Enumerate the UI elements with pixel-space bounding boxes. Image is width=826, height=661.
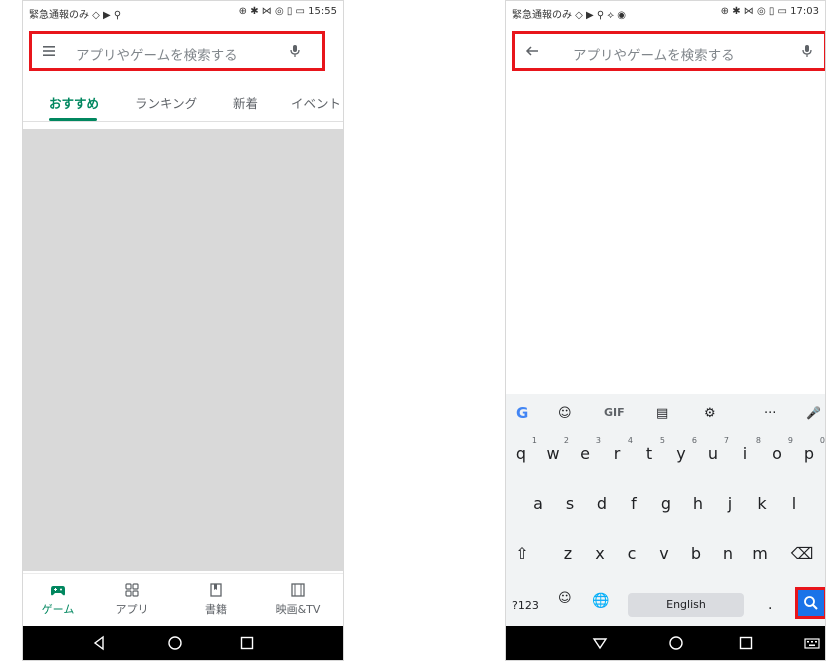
keyboard-mic-icon[interactable]: 🎤 (806, 406, 821, 422)
shift-key[interactable]: ⇧ (510, 544, 534, 563)
key-n[interactable]: n (716, 544, 740, 563)
apps-grid-icon (125, 583, 139, 597)
key-h[interactable]: h (686, 494, 710, 513)
tab-ranking[interactable]: ランキング (135, 93, 197, 112)
key-i[interactable]: i8 (733, 436, 761, 463)
right-phone-screen: 緊急通報のみ ◇ ▶ ⚲ ⟡ ◉ ⊕ ✱ ⋈ ◎ ▯ ▭ 17:03 アプリやゲ… (505, 0, 826, 661)
system-navigation-bar (23, 626, 343, 660)
gamepad-icon (51, 586, 65, 596)
home-icon[interactable] (668, 635, 684, 651)
content-placeholder (23, 129, 343, 571)
key-row-1: q1 w2 e3 r4 t5 y6 u7 i8 o9 p0 (506, 436, 825, 484)
keyboard-search-button[interactable] (795, 587, 825, 619)
key-q[interactable]: q1 (509, 436, 537, 463)
search-icon (804, 596, 818, 610)
search-placeholder[interactable]: アプリやゲームを検索する (573, 44, 735, 64)
nav-movies[interactable]: 映画&TV (263, 582, 333, 617)
nav-books-label: 書籍 (205, 603, 227, 616)
home-icon[interactable] (167, 635, 183, 651)
key-r[interactable]: r4 (605, 436, 633, 463)
search-placeholder[interactable]: アプリやゲームを検索する (76, 44, 238, 64)
status-left: 緊急通報のみ ◇ ▶ ⚲ (29, 10, 122, 21)
system-navigation-bar (506, 626, 825, 660)
recents-icon[interactable] (239, 635, 255, 651)
status-right: ⊕ ✱ ⋈ ◎ ▯ ▭ 15:55 (238, 6, 337, 17)
active-tab-indicator (49, 118, 97, 121)
key-k[interactable]: k (750, 494, 774, 513)
search-field[interactable]: アプリやゲームを検索する (512, 31, 825, 71)
key-p[interactable]: p0 (797, 436, 825, 463)
key-f[interactable]: f (622, 494, 646, 513)
key-u[interactable]: u7 (701, 436, 729, 463)
mic-icon[interactable] (288, 44, 302, 58)
key-e[interactable]: e3 (573, 436, 601, 463)
down-triangle-icon[interactable] (592, 635, 608, 651)
search-bar[interactable]: アプリやゲームを検索する (29, 31, 325, 71)
key-v[interactable]: v (652, 544, 676, 563)
keyboard-toolbar: G ☺ GIF ▤ ⚙ ··· 🎤 (506, 394, 825, 434)
key-o[interactable]: o9 (765, 436, 793, 463)
key-row-2: a s d f g h j k l (506, 494, 825, 534)
key-s[interactable]: s (558, 494, 582, 513)
status-bar: 緊急通報のみ ◇ ▶ ⚲ ⊕ ✱ ⋈ ◎ ▯ ▭ 15:55 (23, 1, 343, 23)
tab-events[interactable]: イベント (291, 93, 341, 112)
globe-icon[interactable]: 🌐 (592, 593, 609, 609)
nav-apps[interactable]: アプリ (97, 582, 167, 617)
keyboard-icon[interactable] (804, 635, 820, 651)
space-bar[interactable]: English (628, 593, 744, 617)
nav-games[interactable]: ゲーム (23, 582, 93, 617)
nav-books[interactable]: 書籍 (181, 582, 251, 617)
clipboard-icon[interactable]: ▤ (656, 406, 668, 422)
more-icon[interactable]: ··· (764, 406, 776, 422)
left-phone-screen: 緊急通報のみ ◇ ▶ ⚲ ⊕ ✱ ⋈ ◎ ▯ ▭ 15:55 アプリやゲームを検… (22, 0, 344, 661)
status-left: 緊急通報のみ ◇ ▶ ⚲ ⟡ ◉ (512, 10, 626, 21)
sticker-icon[interactable]: ☺ (558, 406, 572, 422)
tab-recommended[interactable]: おすすめ (49, 93, 99, 112)
key-z[interactable]: z (556, 544, 580, 563)
key-row-3: ⇧ z x c v b n m ⌫ (506, 544, 825, 584)
category-tabs: おすすめ ランキング 新着 イベント (23, 81, 343, 122)
key-x[interactable]: x (588, 544, 612, 563)
tab-new[interactable]: 新着 (233, 93, 258, 112)
key-b[interactable]: b (684, 544, 708, 563)
film-icon (291, 583, 305, 597)
back-arrow-icon[interactable] (525, 44, 539, 58)
key-c[interactable]: c (620, 544, 644, 563)
key-d[interactable]: d (590, 494, 614, 513)
key-g[interactable]: g (654, 494, 678, 513)
nav-games-label: ゲーム (41, 603, 75, 616)
bottom-navigation: ゲーム アプリ 書籍 映画&TV (23, 573, 343, 629)
key-a[interactable]: a (526, 494, 550, 513)
key-j[interactable]: j (718, 494, 742, 513)
settings-icon[interactable]: ⚙ (704, 406, 716, 422)
symbols-key[interactable]: ?123 (512, 599, 539, 612)
key-t[interactable]: t5 (637, 436, 665, 463)
back-icon[interactable] (91, 635, 107, 651)
backspace-key[interactable]: ⌫ (790, 544, 814, 563)
gif-button[interactable]: GIF (604, 406, 625, 422)
period-key[interactable]: . (768, 597, 772, 613)
key-l[interactable]: l (782, 494, 806, 513)
hamburger-icon[interactable] (42, 44, 56, 58)
google-g-icon[interactable]: G (516, 404, 528, 422)
mic-icon[interactable] (800, 44, 814, 58)
book-icon (210, 583, 222, 597)
key-w[interactable]: w2 (541, 436, 569, 463)
status-bar: 緊急通報のみ ◇ ▶ ⚲ ⟡ ◉ ⊕ ✱ ⋈ ◎ ▯ ▭ 17:03 (506, 1, 825, 23)
status-right: ⊕ ✱ ⋈ ◎ ▯ ▭ 17:03 (720, 6, 819, 17)
emoji-key[interactable]: ☺ (558, 591, 572, 606)
key-m[interactable]: m (748, 544, 772, 563)
key-y[interactable]: y6 (669, 436, 697, 463)
nav-movies-label: 映画&TV (275, 603, 321, 616)
recents-icon[interactable] (738, 635, 754, 651)
nav-apps-label: アプリ (115, 603, 149, 616)
